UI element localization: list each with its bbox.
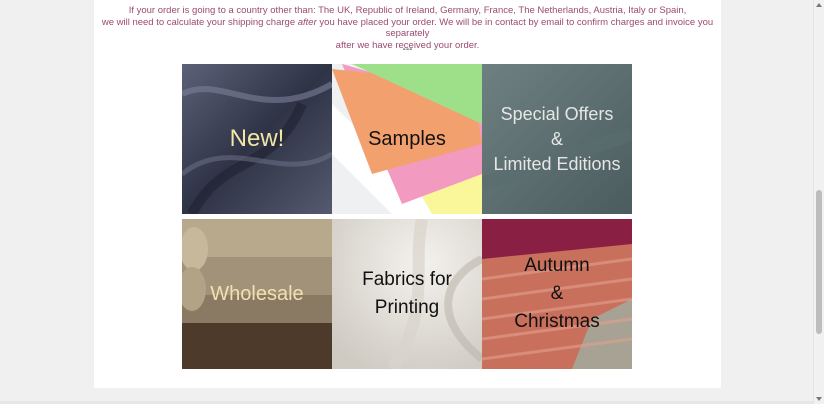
tile-label-samples: Samples xyxy=(368,127,446,150)
tile-label-fabrics-for-printing: Fabrics for Printing xyxy=(362,269,452,318)
category-tile-fabrics-for-printing[interactable]: Fabrics for Printing xyxy=(332,219,482,369)
separator: --- xyxy=(402,44,413,55)
vertical-scrollbar[interactable] xyxy=(813,0,824,404)
category-tile-new[interactable]: New! xyxy=(182,64,332,214)
category-tile-special-offers[interactable]: Special Offers & Limited Editions xyxy=(482,64,632,214)
notice-line-2-start: we will need to calculate your shipping … xyxy=(101,16,298,28)
scroll-up-arrow-icon[interactable] xyxy=(816,3,822,7)
scrollbar-thumb[interactable] xyxy=(816,190,822,334)
main-content: If your order is going to a country othe… xyxy=(94,0,721,388)
category-tile-wholesale[interactable]: Wholesale xyxy=(182,219,332,369)
notice-line-1: If your order is going to a country othe… xyxy=(128,5,687,16)
notice-line-2-end: you have placed your order. We will be i… xyxy=(316,16,714,40)
tile-label-wholesale: Wholesale xyxy=(210,282,304,305)
tile-label-new: New! xyxy=(229,125,285,152)
notice-emphasis: after xyxy=(297,16,317,28)
tile-label-autumn-christmas: Autumn & Christmas xyxy=(514,255,600,332)
category-tile-autumn-christmas[interactable]: Autumn & Christmas xyxy=(482,219,632,369)
category-tile-samples[interactable]: Samples xyxy=(332,64,482,214)
scroll-down-arrow-icon[interactable] xyxy=(816,397,822,401)
tile-label-special-offers: Special Offers & Limited Editions xyxy=(493,103,621,174)
